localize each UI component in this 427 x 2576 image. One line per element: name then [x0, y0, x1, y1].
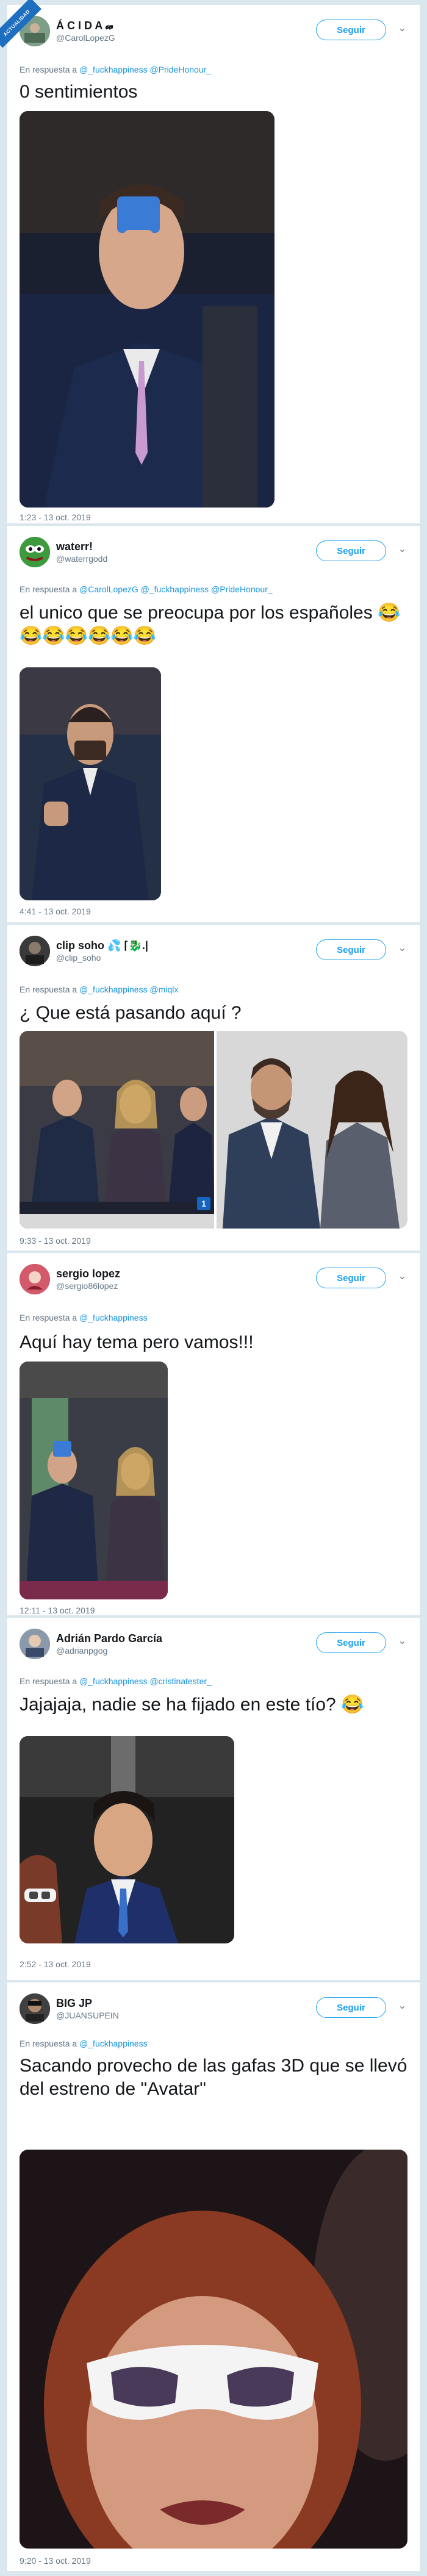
reply-context: En respuesta a @_fuckhappiness: [20, 2039, 148, 2048]
tweet-timestamp[interactable]: 9:33 - 13 oct. 2019: [20, 1236, 91, 1246]
photo-content: [20, 667, 161, 900]
avatar[interactable]: [20, 537, 50, 567]
chevron-down-icon[interactable]: ⌄: [398, 543, 406, 555]
reply-mentions[interactable]: @_fuckhappiness @cristinatester_: [79, 1676, 212, 1686]
avatar-image: [20, 1629, 50, 1659]
tweet-text: Jajajaja, nadie se ha fijado en este tío…: [20, 1695, 364, 1715]
reply-prefix: En respuesta a: [20, 584, 77, 594]
follow-button[interactable]: Seguir: [316, 1997, 386, 2018]
chevron-down-icon[interactable]: ⌄: [398, 1635, 406, 1647]
avatar[interactable]: [20, 1264, 50, 1294]
photo-content: [20, 2150, 407, 2549]
avatar-image: [20, 1993, 50, 2024]
reply-context: En respuesta a @CarolLopezG @_fuckhappin…: [20, 584, 273, 594]
follow-button[interactable]: Seguir: [316, 1632, 386, 1653]
user-handle[interactable]: @adrianpgog: [56, 1645, 162, 1656]
photo-content: [217, 1031, 407, 1229]
tweet-text: 0 sentimientos: [20, 82, 138, 102]
tweet-header: clip soho 💦 ⌈🐉.| @clip_soho: [20, 936, 148, 966]
photo-content: [20, 1736, 234, 1943]
tweet-header: waterr! @waterrgodd: [20, 537, 107, 567]
tweet-card: waterr! @waterrgodd Seguir ⌄ En respuest…: [7, 526, 420, 922]
user-handle[interactable]: @CarolLopezG: [56, 32, 115, 43]
follow-button[interactable]: Seguir: [316, 1268, 386, 1288]
tweet-timestamp[interactable]: 12:11 - 13 oct. 2019: [20, 1606, 95, 1615]
display-name[interactable]: waterr!: [56, 540, 107, 553]
tweet-timestamp[interactable]: 4:41 - 13 oct. 2019: [20, 906, 91, 916]
tweet-header: sergio lopez @sergio86lopez: [20, 1264, 120, 1294]
tweet-photo[interactable]: [20, 667, 161, 900]
chevron-down-icon[interactable]: ⌄: [398, 1270, 406, 1282]
display-name[interactable]: Adrián Pardo García: [56, 1632, 162, 1645]
display-name[interactable]: clip soho 💦 ⌈🐉.|: [56, 939, 148, 952]
tweet-timestamp[interactable]: 1:23 - 13 oct. 2019: [20, 512, 91, 522]
reply-mentions[interactable]: @_fuckhappiness @miqlx: [79, 985, 178, 994]
channel-badge: 1: [197, 1197, 210, 1210]
user-handle[interactable]: @waterrgodd: [56, 553, 107, 564]
reply-prefix: En respuesta a: [20, 985, 77, 994]
avatar[interactable]: [20, 1993, 50, 2024]
tweet-card: BIG JP @JUANSUPEIN Seguir ⌄ En respuesta…: [7, 1982, 420, 2571]
avatar-image: [20, 936, 50, 966]
reply-context: En respuesta a @_fuckhappiness @PrideHon…: [20, 65, 211, 74]
chevron-down-icon[interactable]: ⌄: [398, 2000, 406, 2012]
chevron-down-icon[interactable]: ⌄: [398, 22, 406, 34]
tweet-text: Aquí hay tema pero vamos!!!: [20, 1332, 254, 1352]
tweet-photo-left[interactable]: 1: [20, 1031, 214, 1229]
display-name[interactable]: Á C I D A 𝔀: [56, 19, 115, 32]
display-name[interactable]: sergio lopez: [56, 1267, 120, 1280]
reply-prefix: En respuesta a: [20, 65, 77, 74]
user-handle[interactable]: @sergio86lopez: [56, 1280, 120, 1291]
reply-mentions[interactable]: @_fuckhappiness @PrideHonour_: [79, 65, 211, 74]
tweet-header: BIG JP @JUANSUPEIN: [20, 1993, 119, 2024]
tweet-header: Á C I D A 𝔀 @CarolLopezG: [20, 16, 115, 46]
tweet-photo[interactable]: [20, 2150, 407, 2549]
follow-button[interactable]: Seguir: [316, 540, 386, 561]
avatar-image: [20, 1264, 50, 1294]
reply-prefix: En respuesta a: [20, 1676, 77, 1686]
photo-content: [20, 111, 274, 508]
tweet-photo[interactable]: [20, 1362, 168, 1599]
reply-mentions[interactable]: @_fuckhappiness: [79, 2039, 148, 2048]
avatar-image: [20, 537, 50, 567]
tweet-card: Á C I D A 𝔀 @CarolLopezG Seguir ⌄ En res…: [7, 5, 420, 523]
display-name[interactable]: BIG JP: [56, 1997, 119, 2010]
tweet-text: el unico que se preocupa por los español…: [20, 603, 401, 646]
tweet-photo[interactable]: [20, 1736, 234, 1943]
user-handle[interactable]: @JUANSUPEIN: [56, 2010, 119, 2021]
tweet-photo-right[interactable]: [217, 1031, 407, 1229]
follow-button[interactable]: Seguir: [316, 939, 386, 960]
photo-content: [20, 1031, 214, 1229]
tweet-text: Sacando provecho de las gafas 3D que se …: [20, 2056, 407, 2099]
reply-context: En respuesta a @_fuckhappiness @miqlx: [20, 985, 178, 994]
avatar[interactable]: [20, 936, 50, 966]
tweet-photo[interactable]: [20, 111, 274, 508]
tweet-card: clip soho 💦 ⌈🐉.| @clip_soho Seguir ⌄ En …: [7, 925, 420, 1250]
tweet-card: sergio lopez @sergio86lopez Seguir ⌄ En …: [7, 1253, 420, 1615]
chevron-down-icon[interactable]: ⌄: [398, 942, 406, 954]
reply-context: En respuesta a @_fuckhappiness @cristina…: [20, 1676, 212, 1686]
tweet-timestamp[interactable]: 9:20 - 13 oct. 2019: [20, 2556, 91, 2566]
reply-prefix: En respuesta a: [20, 1313, 77, 1322]
tweet-header: Adrián Pardo García @adrianpgog: [20, 1629, 162, 1659]
tweet-timestamp[interactable]: 2:52 - 13 oct. 2019: [20, 1959, 91, 1969]
avatar[interactable]: [20, 1629, 50, 1659]
follow-button[interactable]: Seguir: [316, 20, 386, 40]
reply-mentions[interactable]: @_fuckhappiness: [79, 1313, 148, 1322]
reply-prefix: En respuesta a: [20, 2039, 77, 2048]
tweet-text: ¿ Que está pasando aquí ?: [20, 1003, 242, 1023]
tweet-card: Adrián Pardo García @adrianpgog Seguir ⌄…: [7, 1618, 420, 1980]
user-handle[interactable]: @clip_soho: [56, 952, 148, 963]
reply-mentions[interactable]: @CarolLopezG @_fuckhappiness @PrideHonou…: [79, 584, 273, 594]
photo-content: [20, 1362, 168, 1599]
reply-context: En respuesta a @_fuckhappiness: [20, 1313, 148, 1322]
